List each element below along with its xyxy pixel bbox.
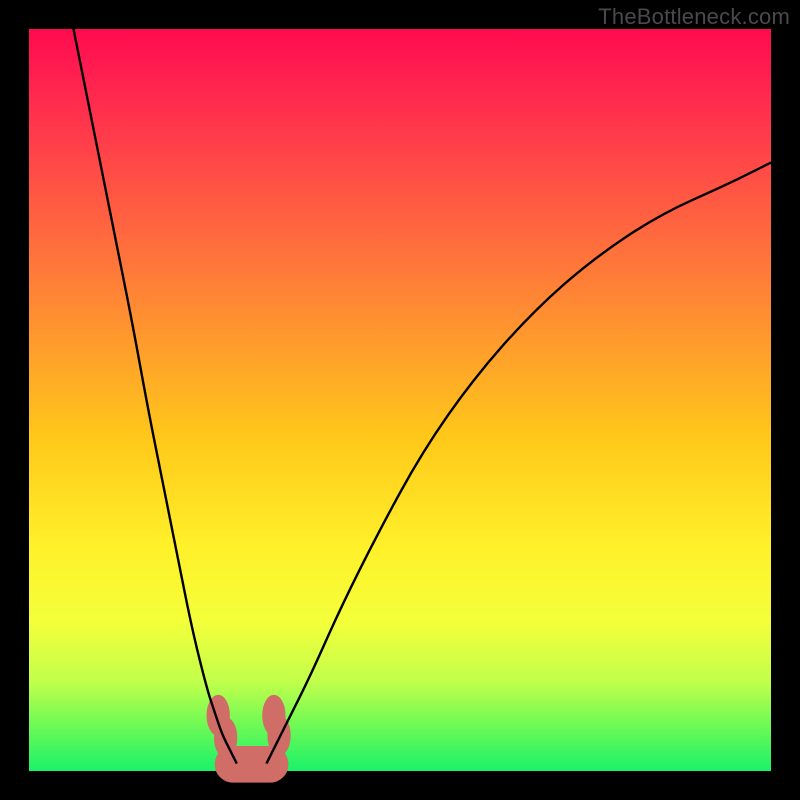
plot-area bbox=[29, 29, 771, 771]
curve-left-arm bbox=[74, 29, 237, 764]
watermark-text: TheBottleneck.com bbox=[598, 4, 790, 30]
chart-frame: TheBottleneck.com bbox=[0, 0, 800, 800]
curve-svg bbox=[29, 29, 771, 771]
curve-right-arm bbox=[266, 163, 771, 764]
marker-capsule bbox=[215, 747, 288, 783]
